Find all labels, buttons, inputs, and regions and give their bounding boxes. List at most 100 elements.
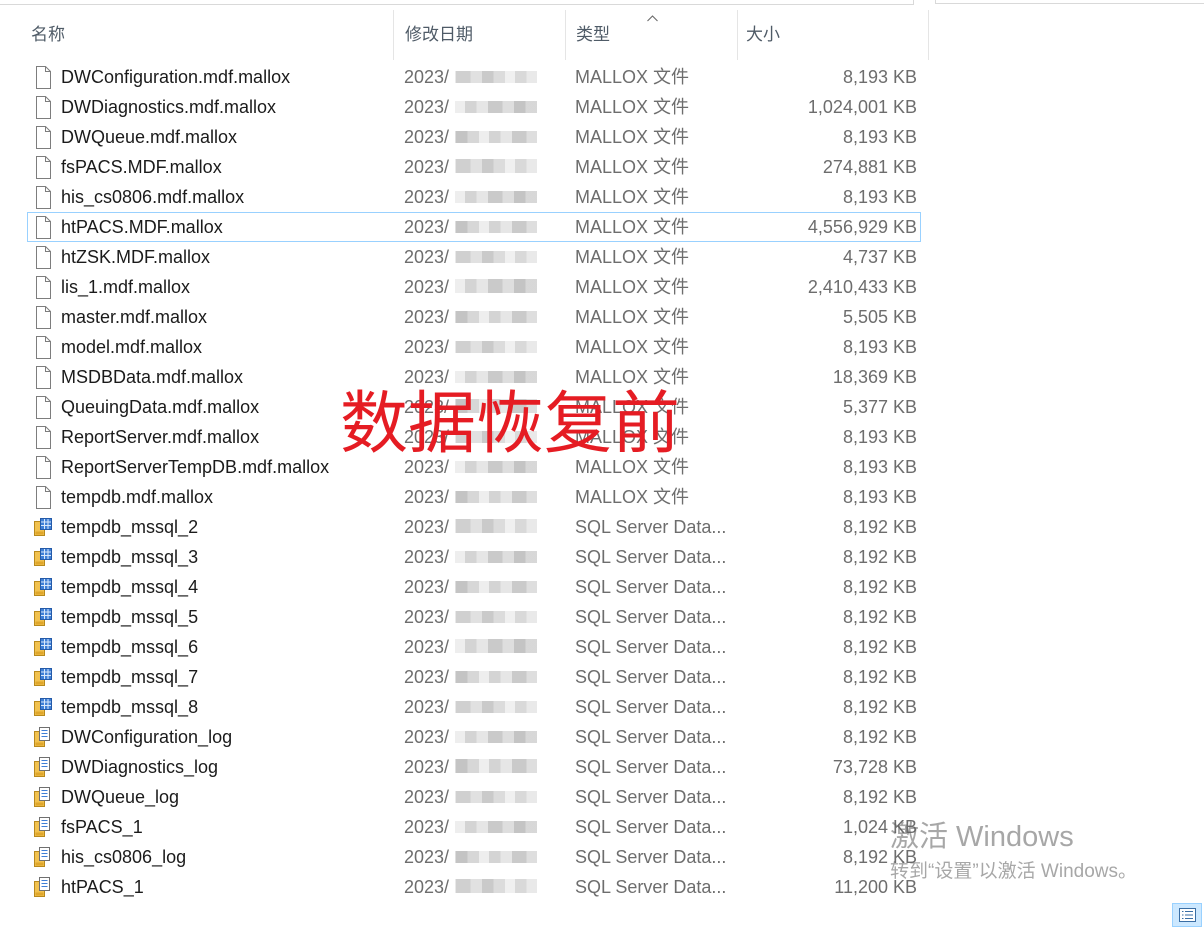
- file-name[interactable]: htZSK.MDF.mallox: [61, 242, 210, 272]
- date-modified: 2023/: [404, 847, 450, 867]
- redacted-date-mosaic: [455, 131, 537, 143]
- file-row[interactable]: tempdb.mdf.mallox 2023/ MALLOX 文件 8,193 …: [27, 482, 921, 512]
- file-row[interactable]: htPACS.MDF.mallox 2023/ MALLOX 文件 4,556,…: [27, 212, 921, 242]
- file-name[interactable]: DWDiagnostics_log: [61, 752, 218, 782]
- date-modified: 2023/: [404, 247, 450, 267]
- file-name[interactable]: tempdb_mssql_2: [61, 512, 198, 542]
- file-type: MALLOX 文件: [575, 337, 690, 357]
- file-row[interactable]: fsPACS_1 2023/ SQL Server Data... 1,024 …: [27, 812, 921, 842]
- file-row[interactable]: his_cs0806_log 2023/ SQL Server Data... …: [27, 842, 921, 872]
- file-name[interactable]: tempdb.mdf.mallox: [61, 482, 213, 512]
- redacted-date-mosaic: [455, 101, 537, 113]
- file-name[interactable]: DWQueue.mdf.mallox: [61, 122, 237, 152]
- redacted-date-mosaic: [455, 221, 537, 233]
- file-type: MALLOX 文件: [575, 247, 690, 267]
- blank-document-icon: [34, 125, 52, 149]
- sql-log-file-icon: [34, 815, 52, 839]
- blank-document-icon: [34, 305, 52, 329]
- blank-document-icon: [34, 395, 52, 419]
- blank-document-icon: [34, 215, 52, 239]
- redacted-date-mosaic: [455, 341, 537, 353]
- sql-data-file-icon: [34, 665, 52, 689]
- sql-data-file-icon: [34, 545, 52, 569]
- file-name[interactable]: DWConfiguration.mdf.mallox: [61, 62, 290, 92]
- file-name[interactable]: tempdb_mssql_4: [61, 572, 198, 602]
- file-size: 8,193 KB: [842, 487, 917, 507]
- file-row[interactable]: fsPACS.MDF.mallox 2023/ MALLOX 文件 274,88…: [27, 152, 921, 182]
- file-name[interactable]: his_cs0806_log: [61, 842, 186, 872]
- file-name[interactable]: DWQueue_log: [61, 782, 179, 812]
- file-row[interactable]: htPACS_1 2023/ SQL Server Data... 11,200…: [27, 872, 921, 902]
- date-modified: 2023/: [404, 67, 450, 87]
- date-modified: 2023/: [404, 577, 450, 597]
- file-size: 8,193 KB: [842, 337, 917, 357]
- file-name[interactable]: lis_1.mdf.mallox: [61, 272, 190, 302]
- file-name[interactable]: htPACS_1: [61, 872, 144, 902]
- file-row[interactable]: DWQueue.mdf.mallox 2023/ MALLOX 文件 8,193…: [27, 122, 921, 152]
- search-box-edge[interactable]: [935, 0, 1204, 4]
- file-row[interactable]: his_cs0806.mdf.mallox 2023/ MALLOX 文件 8,…: [27, 182, 921, 212]
- date-modified: 2023/: [404, 217, 450, 237]
- file-row[interactable]: DWConfiguration.mdf.mallox 2023/ MALLOX …: [27, 62, 921, 92]
- file-size: 8,193 KB: [842, 67, 917, 87]
- file-size: 8,192 KB: [842, 847, 917, 867]
- file-type: SQL Server Data...: [575, 547, 727, 567]
- file-name[interactable]: htPACS.MDF.mallox: [61, 212, 223, 242]
- file-name[interactable]: DWDiagnostics.mdf.mallox: [61, 92, 276, 122]
- details-view-button[interactable]: [1172, 903, 1202, 927]
- file-size: 8,192 KB: [842, 667, 917, 687]
- file-size: 274,881 KB: [822, 157, 917, 177]
- file-row[interactable]: DWDiagnostics.mdf.mallox 2023/ MALLOX 文件…: [27, 92, 921, 122]
- file-name[interactable]: QueuingData.mdf.mallox: [61, 392, 259, 422]
- file-size: 11,200 KB: [834, 877, 917, 897]
- file-row[interactable]: master.mdf.mallox 2023/ MALLOX 文件 5,505 …: [27, 302, 921, 332]
- column-header-name[interactable]: 名称: [22, 10, 393, 60]
- file-name[interactable]: fsPACS_1: [61, 812, 143, 842]
- file-name[interactable]: tempdb_mssql_6: [61, 632, 198, 662]
- file-name[interactable]: fsPACS.MDF.mallox: [61, 152, 222, 182]
- sql-log-file-icon: [34, 785, 52, 809]
- file-row[interactable]: DWConfiguration_log 2023/ SQL Server Dat…: [27, 722, 921, 752]
- column-header-type[interactable]: 类型: [565, 10, 737, 60]
- file-name[interactable]: tempdb_mssql_8: [61, 692, 198, 722]
- file-type: MALLOX 文件: [575, 277, 690, 297]
- blank-document-icon: [34, 485, 52, 509]
- file-size: 8,192 KB: [842, 607, 917, 627]
- file-name[interactable]: ReportServer.mdf.mallox: [61, 422, 259, 452]
- file-row[interactable]: tempdb_mssql_6 2023/ SQL Server Data... …: [27, 632, 921, 662]
- file-name[interactable]: tempdb_mssql_5: [61, 602, 198, 632]
- sql-data-file-icon: [34, 695, 52, 719]
- redacted-date-mosaic: [455, 759, 537, 773]
- file-row[interactable]: htZSK.MDF.mallox 2023/ MALLOX 文件 4,737 K…: [27, 242, 921, 272]
- file-name[interactable]: model.mdf.mallox: [61, 332, 202, 362]
- address-bar-edge[interactable]: [0, 0, 914, 5]
- file-name[interactable]: his_cs0806.mdf.mallox: [61, 182, 244, 212]
- file-name[interactable]: master.mdf.mallox: [61, 302, 207, 332]
- redacted-date-mosaic: [455, 191, 537, 203]
- file-size: 1,024 KB: [842, 817, 917, 837]
- file-type: SQL Server Data...: [575, 667, 727, 687]
- file-name[interactable]: tempdb_mssql_3: [61, 542, 198, 572]
- file-row[interactable]: lis_1.mdf.mallox 2023/ MALLOX 文件 2,410,4…: [27, 272, 921, 302]
- file-row[interactable]: model.mdf.mallox 2023/ MALLOX 文件 8,193 K…: [27, 332, 921, 362]
- file-type: SQL Server Data...: [575, 727, 727, 747]
- file-row[interactable]: tempdb_mssql_8 2023/ SQL Server Data... …: [27, 692, 921, 722]
- blank-document-icon: [34, 455, 52, 479]
- file-row[interactable]: tempdb_mssql_3 2023/ SQL Server Data... …: [27, 542, 921, 572]
- column-header-size[interactable]: 大小: [737, 10, 929, 60]
- column-header-date-modified[interactable]: 修改日期: [393, 10, 565, 60]
- activation-watermark-subtitle: 转到“设置”以激活 Windows。: [890, 861, 1138, 882]
- file-name[interactable]: ReportServerTempDB.mdf.mallox: [61, 452, 329, 482]
- file-row[interactable]: tempdb_mssql_7 2023/ SQL Server Data... …: [27, 662, 921, 692]
- file-row[interactable]: tempdb_mssql_4 2023/ SQL Server Data... …: [27, 572, 921, 602]
- file-row[interactable]: DWQueue_log 2023/ SQL Server Data... 8,1…: [27, 782, 921, 812]
- file-size: 8,193 KB: [842, 427, 917, 447]
- file-row[interactable]: tempdb_mssql_2 2023/ SQL Server Data... …: [27, 512, 921, 542]
- file-name[interactable]: tempdb_mssql_7: [61, 662, 198, 692]
- redacted-date-mosaic: [455, 879, 537, 893]
- file-name[interactable]: DWConfiguration_log: [61, 722, 232, 752]
- blank-document-icon: [34, 335, 52, 359]
- file-name[interactable]: MSDBData.mdf.mallox: [61, 362, 243, 392]
- file-row[interactable]: DWDiagnostics_log 2023/ SQL Server Data.…: [27, 752, 921, 782]
- file-row[interactable]: tempdb_mssql_5 2023/ SQL Server Data... …: [27, 602, 921, 632]
